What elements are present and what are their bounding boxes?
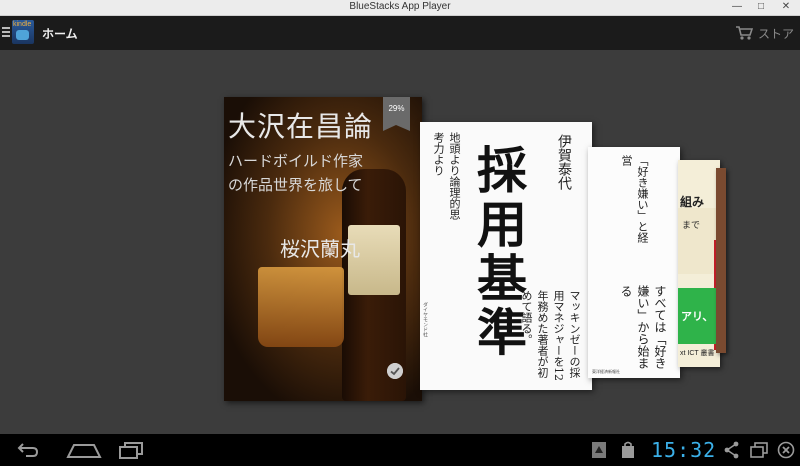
- book-cover-ict[interactable]: 組み まで アリ、 xt ICT 叢書: [678, 160, 720, 367]
- close-app-icon[interactable]: [777, 441, 795, 459]
- book-series: xt ICT 叢書: [680, 350, 715, 357]
- book-publisher: 東洋経済新報社: [592, 369, 620, 374]
- recents-icon[interactable]: [118, 441, 144, 459]
- minimize-button[interactable]: —: [726, 0, 748, 15]
- book-cover-oosawa[interactable]: 大沢在昌論 ハードボイルド作家 の作品世界を旅して 桜沢蘭丸 29%: [224, 97, 422, 401]
- shopping-bag-icon[interactable]: [621, 441, 635, 459]
- store-button[interactable]: ストア: [735, 24, 794, 42]
- store-label: ストア: [757, 26, 794, 41]
- kindle-logo[interactable]: kindle: [12, 20, 34, 44]
- cart-icon: [735, 26, 753, 40]
- book-cover-saiyou-kijun[interactable]: 地頭より論理的思考力より 採用基準 伊賀泰代 マッキンゼーの採用マネジャーを12…: [420, 122, 592, 390]
- book-publisher: ダイヤモンド社: [422, 302, 428, 337]
- book-carousel[interactable]: 大沢在昌論 ハードボイルド作家 の作品世界を旅して 桜沢蘭丸 29% 地頭より論…: [0, 50, 800, 434]
- window-title: BlueStacks App Player: [349, 1, 451, 12]
- book-green-band: アリ、: [678, 288, 720, 344]
- app-status-icon[interactable]: [591, 441, 607, 459]
- back-icon[interactable]: [16, 441, 40, 459]
- bluestacks-window: BlueStacks App Player — □ ✕ kindle ホーム ス…: [0, 0, 800, 466]
- status-clock: 15:32: [651, 438, 717, 462]
- book-title: 大沢在昌論: [228, 110, 374, 143]
- book-author: 伊賀泰代: [556, 134, 572, 190]
- book-blurb: すべては「好き嫌い」から始まる: [619, 285, 667, 369]
- book-author: 桜沢蘭丸: [280, 237, 360, 261]
- book-subtitle: まで: [682, 221, 701, 231]
- home-icon[interactable]: [66, 441, 102, 459]
- reading-progress-text: 29%: [388, 104, 405, 113]
- window-mode-icon[interactable]: [749, 441, 769, 459]
- android-nav-bar: 15:32: [0, 434, 800, 466]
- reading-progress-badge: 29%: [383, 97, 410, 131]
- book-title: 「好き嫌い」と経営: [620, 155, 649, 243]
- book-cover-edge[interactable]: [716, 168, 726, 353]
- menu-icon[interactable]: [2, 27, 10, 39]
- kindle-logo-text: kindle: [13, 21, 32, 28]
- window-title-bar: BlueStacks App Player — □ ✕: [0, 0, 800, 16]
- app-action-bar: kindle ホーム ストア: [0, 16, 800, 50]
- book-tagline: 地頭より論理的思考力より: [432, 132, 461, 220]
- share-icon[interactable]: [724, 441, 740, 459]
- page-title: ホーム: [42, 27, 78, 41]
- book-blurb: マッキンゼーの採用マネジャーを12年務めた著者が初めて語る。: [520, 290, 581, 381]
- book-subtitle: ハードボイルド作家: [228, 152, 364, 170]
- book-subtitle: の作品世界を旅して: [228, 176, 363, 194]
- book-green-text: アリ、: [681, 311, 714, 323]
- close-button[interactable]: ✕: [774, 0, 798, 15]
- downloaded-check-icon: [387, 363, 403, 379]
- maximize-button[interactable]: □: [750, 0, 772, 15]
- book-cover-sukikirai[interactable]: 「好き嫌い」と経営 すべては「好き嫌い」から始まる 東洋経済新報社: [588, 147, 680, 378]
- kindle-logo-icon: [16, 30, 29, 40]
- whisky-glass-image: [258, 267, 344, 347]
- book-title: 組み: [680, 195, 705, 209]
